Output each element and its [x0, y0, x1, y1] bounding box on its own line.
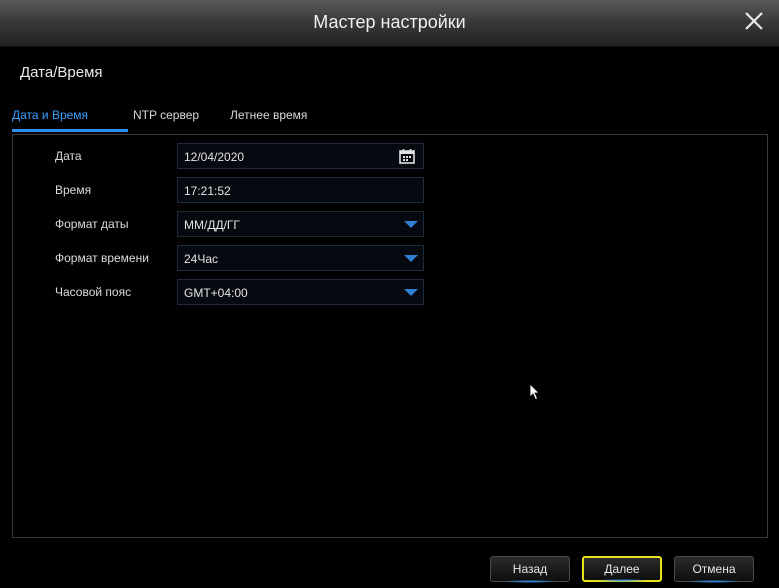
calendar-icon[interactable] — [399, 148, 415, 164]
time-format-value: 24Час — [184, 252, 219, 266]
tab-daylight-saving[interactable]: Летнее время — [230, 108, 307, 122]
date-field[interactable]: 12/04/2020 — [177, 143, 424, 169]
date-format-value: ММ/ДД/ГГ — [184, 218, 240, 232]
back-button-label: Назад — [512, 562, 548, 576]
cancel-button[interactable]: Отмена — [674, 556, 754, 583]
time-format-label: Формат времени — [55, 251, 149, 265]
timezone-value: GMT+04:00 — [184, 286, 248, 300]
timezone-row: Часовой пояс GMT+04:00 — [13, 279, 767, 307]
date-row: Дата 12/04/2020 — [13, 143, 767, 171]
time-field[interactable]: 17:21:52 — [177, 177, 424, 203]
back-button[interactable]: Назад — [490, 556, 570, 583]
mouse-pointer-icon — [529, 383, 540, 401]
time-format-row: Формат времени 24Час — [13, 245, 767, 273]
chevron-down-icon[interactable] — [399, 212, 423, 236]
next-button-label: Далее — [604, 562, 640, 576]
time-row: Время 17:21:52 — [13, 177, 767, 205]
active-tab-indicator — [12, 129, 128, 132]
section-title: Дата/Время — [20, 64, 103, 81]
chevron-down-icon[interactable] — [399, 246, 423, 270]
button-glow — [689, 580, 739, 583]
timezone-label: Часовой пояс — [55, 285, 132, 299]
date-value: 12/04/2020 — [184, 150, 245, 164]
date-format-row: Формат даты ММ/ДД/ГГ — [13, 211, 767, 239]
title-bar: Мастер настройки — [0, 0, 779, 47]
chevron-down-icon[interactable] — [399, 280, 423, 304]
next-button[interactable]: Далее — [582, 556, 662, 582]
window-title: Мастер настройки — [313, 12, 466, 32]
date-format-label: Формат даты — [55, 217, 129, 231]
cancel-button-label: Отмена — [692, 562, 736, 576]
button-glow — [598, 579, 646, 582]
close-icon[interactable] — [741, 8, 767, 34]
settings-panel: Дата 12/04/2020 Время 17:21:52 Формат да… — [12, 134, 768, 538]
date-label: Дата — [55, 149, 82, 163]
time-label: Время — [55, 183, 92, 197]
tab-ntp-server[interactable]: NTP сервер — [133, 108, 199, 122]
tab-date-time[interactable]: Дата и Время — [12, 108, 88, 122]
button-glow — [505, 580, 555, 583]
timezone-select[interactable]: GMT+04:00 — [177, 279, 424, 305]
time-value: 17:21:52 — [184, 184, 231, 198]
time-format-select[interactable]: 24Час — [177, 245, 424, 271]
date-format-select[interactable]: ММ/ДД/ГГ — [177, 211, 424, 237]
